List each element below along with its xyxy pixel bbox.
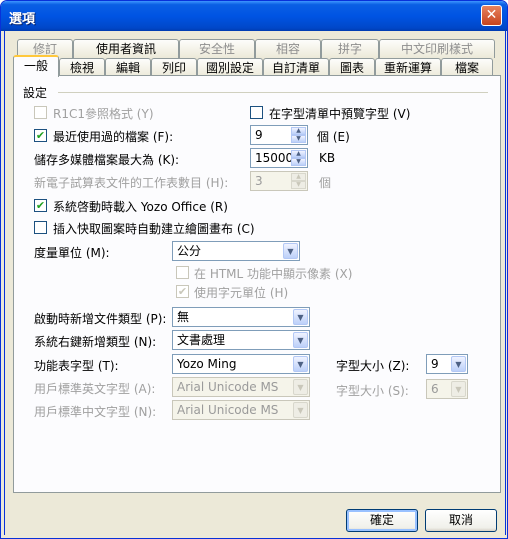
menu-font-size-label: 字型大小 (Z): xyxy=(336,359,410,373)
check-icon: ✔ xyxy=(35,199,46,212)
html-pixels-label: 在 HTML 功能中顯示像素 (X) xyxy=(194,267,353,281)
sheets-count-input[interactable]: 3 ▲ ▼ xyxy=(250,171,308,191)
context-new-label: 系統右鍵新增類型 (N): xyxy=(34,335,157,349)
chevron-down-icon[interactable]: ▼ xyxy=(293,309,308,325)
title-bar[interactable]: 選項 ✕ xyxy=(1,1,507,31)
general-panel: 設定 R1C1參照格式 (Y) 在字型清單中預覽字型 (V) ✔ 最近使用過的檔… xyxy=(13,75,501,493)
sheets-count-value: 3 xyxy=(255,174,263,188)
r1c1-label: R1C1參照格式 (Y) xyxy=(53,107,154,121)
preview-fonts-checkbox[interactable] xyxy=(250,106,263,119)
max-multimedia-spinner[interactable]: ▲ ▼ xyxy=(291,150,306,166)
sheets-count-spinner[interactable]: ▲ ▼ xyxy=(291,173,306,189)
ok-button[interactable]: 確定 xyxy=(346,509,418,532)
options-dialog: 選項 ✕ 修訂 使用者資訊 安全性 相容 拼字 中文印刷樣式 一般 檢視 編輯 … xyxy=(0,0,508,539)
dialog-client: 修訂 使用者資訊 安全性 相容 拼字 中文印刷樣式 一般 檢視 編輯 列印 國別… xyxy=(4,31,506,535)
chevron-down-icon[interactable]: ▼ xyxy=(451,356,466,372)
user-cn-font-value: Arial Unicode MS xyxy=(177,403,279,417)
spin-down-icon[interactable]: ▼ xyxy=(291,181,306,189)
menu-font-label: 功能表字型 (T): xyxy=(34,359,119,373)
chevron-down-icon[interactable]: ▼ xyxy=(293,379,308,395)
new-doc-type-value: 無 xyxy=(177,310,190,324)
close-button[interactable]: ✕ xyxy=(481,5,502,26)
menu-font-select[interactable]: Yozo Ming ▼ xyxy=(172,354,310,374)
html-pixels-checkbox[interactable] xyxy=(176,266,189,279)
recent-files-checkbox[interactable]: ✔ xyxy=(34,129,47,142)
menu-font-size-value: 9 xyxy=(431,357,439,371)
max-multimedia-input[interactable]: 15000 ▲ ▼ xyxy=(250,148,308,168)
menu-font-value: Yozo Ming xyxy=(177,357,237,371)
cancel-button[interactable]: 取消 xyxy=(425,509,497,532)
context-new-value: 文書處理 xyxy=(177,333,226,347)
chevron-down-icon[interactable]: ▼ xyxy=(293,402,308,418)
user-en-font-label: 用戶標準英文字型 (A): xyxy=(34,382,156,396)
spin-up-icon[interactable]: ▲ xyxy=(291,127,306,135)
user-cn-font-select[interactable]: Arial Unicode MS ▼ xyxy=(172,400,310,420)
spin-down-icon[interactable]: ▼ xyxy=(291,135,306,143)
group-title: 設定 xyxy=(23,86,48,100)
tab-chinese-typography[interactable]: 中文印刷樣式 xyxy=(379,39,495,58)
recent-files-value: 9 xyxy=(255,128,263,142)
r1c1-checkbox[interactable] xyxy=(34,106,47,119)
new-doc-type-label: 啟動時新增文件類型 (P): xyxy=(34,312,167,326)
unit-select[interactable]: 公分 ▼ xyxy=(172,241,300,261)
max-multimedia-value: 15000 xyxy=(255,151,294,165)
window-title: 選項 xyxy=(9,12,36,27)
unit-value: 公分 xyxy=(177,244,202,258)
chevron-down-icon[interactable]: ▼ xyxy=(283,243,298,259)
sheets-count-unit: 個 xyxy=(319,176,332,190)
max-multimedia-label: 儲存多媒體檔案最大為 (K): xyxy=(34,153,180,167)
auto-canvas-checkbox[interactable] xyxy=(34,221,47,234)
chevron-down-icon[interactable]: ▼ xyxy=(451,381,466,397)
check-icon: ✔ xyxy=(35,129,46,142)
tab-general[interactable]: 一般 xyxy=(13,55,59,77)
user-en-font-value: Arial Unicode MS xyxy=(177,380,279,394)
spin-up-icon[interactable]: ▲ xyxy=(291,173,306,181)
sheets-count-label: 新電子試算表文件的工作表數目 (H): xyxy=(34,176,229,190)
recent-files-unit: 個 (E) xyxy=(317,130,350,144)
recent-files-label: 最近使用過的檔案 (F): xyxy=(53,130,174,144)
tab-spelling[interactable]: 拼字 xyxy=(321,39,379,58)
user-en-font-select[interactable]: Arial Unicode MS ▼ xyxy=(172,377,310,397)
tab-user-info[interactable]: 使用者資訊 xyxy=(73,39,179,58)
chevron-down-icon[interactable]: ▼ xyxy=(293,356,308,372)
char-unit-label: 使用字元單位 (H) xyxy=(194,286,289,300)
user-font-size-value: 6 xyxy=(431,382,439,396)
unit-label: 度量單位 (M): xyxy=(34,246,110,260)
tab-compatibility[interactable]: 相容 xyxy=(255,39,321,58)
load-yozo-label: 系統啓動時載入 Yozo Office (R) xyxy=(53,200,228,214)
recent-files-spinner[interactable]: ▲ ▼ xyxy=(291,127,306,143)
spin-down-icon[interactable]: ▼ xyxy=(291,158,306,166)
close-icon: ✕ xyxy=(485,7,498,23)
tab-security[interactable]: 安全性 xyxy=(179,39,255,58)
group-divider xyxy=(58,92,488,93)
context-new-select[interactable]: 文書處理 ▼ xyxy=(172,330,310,350)
spin-up-icon[interactable]: ▲ xyxy=(291,150,306,158)
user-font-size-select[interactable]: 6 ▼ xyxy=(426,379,468,399)
preview-fonts-label: 在字型清單中預覽字型 (V) xyxy=(269,107,411,121)
auto-canvas-label: 插入快取圖案時自動建立繪圖畫布 (C) xyxy=(53,222,255,236)
user-cn-font-label: 用戶標準中文字型 (N): xyxy=(34,405,157,419)
user-font-size-label: 字型大小 (S): xyxy=(336,384,409,398)
chevron-down-icon[interactable]: ▼ xyxy=(293,332,308,348)
new-doc-type-select[interactable]: 無 ▼ xyxy=(172,307,310,327)
menu-font-size-select[interactable]: 9 ▼ xyxy=(426,354,468,374)
check-icon: ✔ xyxy=(177,285,188,298)
recent-files-input[interactable]: 9 ▲ ▼ xyxy=(250,125,308,145)
max-multimedia-unit: KB xyxy=(319,151,336,165)
load-yozo-checkbox[interactable]: ✔ xyxy=(34,199,47,212)
char-unit-checkbox[interactable]: ✔ xyxy=(176,285,189,298)
